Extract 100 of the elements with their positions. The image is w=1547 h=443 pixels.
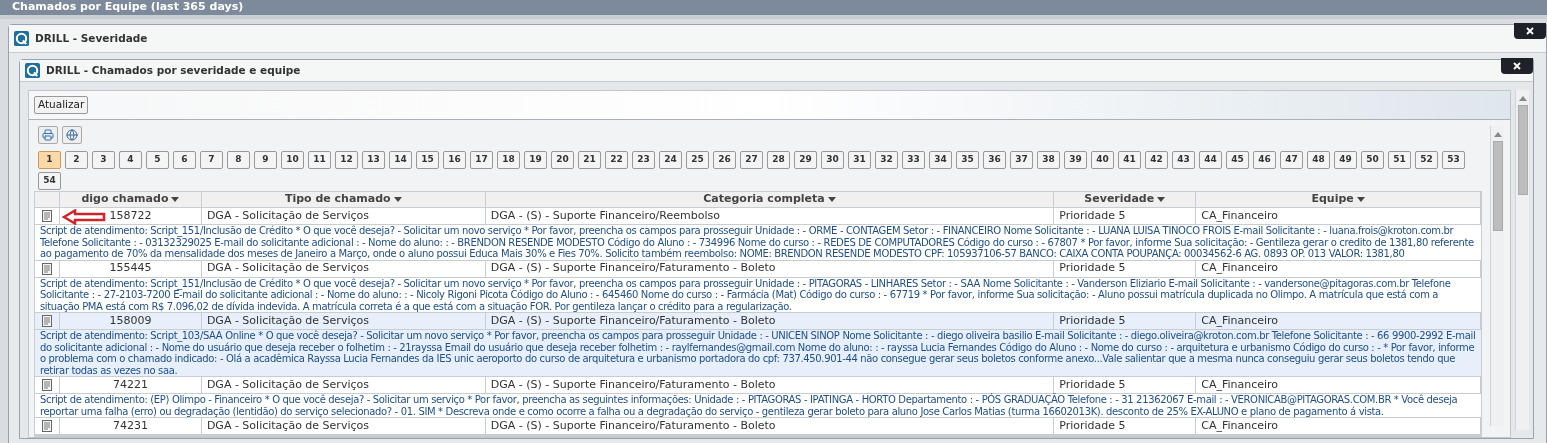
- page-button[interactable]: 7: [200, 151, 223, 169]
- app-logo-icon: [25, 63, 40, 78]
- page-button[interactable]: 25: [686, 151, 709, 169]
- scrollbar[interactable]: [1490, 126, 1504, 426]
- page-button[interactable]: 3: [92, 151, 115, 169]
- scrollbar-thumb[interactable]: [1492, 141, 1503, 231]
- page-button[interactable]: 39: [1064, 151, 1087, 169]
- document-icon[interactable]: [42, 210, 52, 222]
- sort-down-icon: [827, 197, 836, 202]
- column-header[interactable]: Categoria completa: [485, 192, 1055, 207]
- annotation-arrow: [62, 209, 106, 225]
- page-button[interactable]: 19: [524, 151, 547, 169]
- close-icon: [1526, 27, 1534, 35]
- page-button[interactable]: 28: [767, 151, 790, 169]
- page-button[interactable]: 5: [146, 151, 169, 169]
- document-icon[interactable]: [42, 379, 52, 391]
- page-button[interactable]: 53: [1442, 151, 1465, 169]
- document-icon[interactable]: [42, 420, 52, 432]
- table-cell-text: DGA - Solicitação de Serviços: [206, 417, 369, 434]
- page-button[interactable]: 48: [1307, 151, 1330, 169]
- page-button[interactable]: 51: [1388, 151, 1411, 169]
- window-title: DRILL - Chamados por severidade e equipe: [46, 62, 302, 78]
- page-button[interactable]: 12: [335, 151, 358, 169]
- column-header[interactable]: Severidade: [1054, 192, 1197, 207]
- scrollbar-thumb[interactable]: [1517, 105, 1528, 195]
- page-button[interactable]: 46: [1253, 151, 1276, 169]
- page-button[interactable]: 40: [1091, 151, 1114, 169]
- close-button[interactable]: [1501, 58, 1533, 74]
- page-button[interactable]: 43: [1172, 151, 1195, 169]
- page-button[interactable]: 8: [227, 151, 250, 169]
- page-button[interactable]: 23: [632, 151, 655, 169]
- page-button[interactable]: 15: [416, 151, 439, 169]
- page-button[interactable]: 50: [1361, 151, 1384, 169]
- column-header[interactable]: digo chamado: [60, 192, 202, 207]
- page-button[interactable]: 2: [65, 151, 88, 169]
- page-button[interactable]: 37: [1010, 151, 1033, 169]
- scroll-up-icon[interactable]: [1493, 132, 1502, 137]
- table-row[interactable]: [35, 313, 1481, 377]
- page-button[interactable]: 4: [119, 151, 142, 169]
- sort-down-icon: [1356, 197, 1365, 202]
- page-button[interactable]: 17: [470, 151, 493, 169]
- table-row[interactable]: [35, 260, 1481, 313]
- table-cell-text: 74221: [112, 376, 148, 393]
- column-header[interactable]: Tipo de chamado: [201, 192, 486, 207]
- scroll-up-icon[interactable]: [1518, 96, 1527, 101]
- table-cell-text: CA_Financeiro: [1201, 376, 1279, 393]
- page-button[interactable]: 35: [956, 151, 979, 169]
- table-cell-text: DGA - Solicitação de Serviços: [206, 207, 369, 224]
- document-icon[interactable]: [42, 315, 52, 327]
- page-button[interactable]: 16: [443, 151, 466, 169]
- page-button[interactable]: 11: [308, 151, 331, 169]
- page-button[interactable]: 34: [929, 151, 952, 169]
- sort-down-icon: [393, 197, 402, 202]
- page-button[interactable]: 29: [794, 151, 817, 169]
- scrollbar[interactable]: [1515, 90, 1529, 430]
- page-button[interactable]: 24: [659, 151, 682, 169]
- page-button[interactable]: 38: [1037, 151, 1060, 169]
- table-row[interactable]: [35, 377, 1481, 418]
- page-button[interactable]: 21: [578, 151, 601, 169]
- refresh-button[interactable]: Atualizar: [34, 96, 89, 114]
- table-cell-text: 74231: [112, 417, 148, 434]
- page-button[interactable]: 42: [1145, 151, 1168, 169]
- document-icon[interactable]: [42, 262, 52, 275]
- page-button[interactable]: 54: [38, 172, 61, 190]
- page-button[interactable]: 18: [497, 151, 520, 169]
- table-cell: DGA - (S) - Suporte Financeiro/Faturamento - Boleto: [490, 260, 776, 277]
- page-button[interactable]: 1: [38, 151, 61, 169]
- page-button[interactable]: 47: [1280, 151, 1303, 169]
- close-button[interactable]: [1514, 23, 1546, 39]
- web-button[interactable]: [62, 126, 82, 144]
- page-button[interactable]: 52: [1415, 151, 1438, 169]
- table-cell-text: 158009: [109, 312, 152, 329]
- page-button[interactable]: 6: [173, 151, 196, 169]
- table-cell-text: DGA - (S) - Suporte Financeiro/Faturamento - Boleto: [490, 376, 776, 393]
- page-button[interactable]: 49: [1334, 151, 1357, 169]
- page-button[interactable]: 45: [1226, 151, 1249, 169]
- page-button[interactable]: 33: [902, 151, 925, 169]
- app-logo-icon: [14, 31, 29, 46]
- page-button[interactable]: 41: [1118, 151, 1141, 169]
- page-button[interactable]: 20: [551, 151, 574, 169]
- page-button[interactable]: 10: [281, 151, 304, 169]
- page-button[interactable]: 31: [848, 151, 871, 169]
- page-button[interactable]: 27: [740, 151, 763, 169]
- page-button[interactable]: 14: [389, 151, 412, 169]
- table-row[interactable]: [35, 208, 1481, 261]
- print-button[interactable]: [38, 126, 58, 144]
- table-cell: 155445: [109, 260, 152, 277]
- table-cell-text: DGA - (S) - Suporte Financeiro/Faturamento - Boleto: [490, 417, 776, 434]
- ticket-description: Script de atendimento: Script_103/SAA Online * O que você deseja? - Solicitar um novo serviço * Por favor, preencha os campos para prosseguir Unidade : - UNICEN SINOP Nome Solicitante : - diego oliveira basilio E-mail Solicitante : - diego.oliveira@kroton.com.br Telefone Solicitante : - 66 9900-2992 E-mail do solicitante adicional : - Nome do usuário que deseja receber o folhetim : - 21rayssa Email do usuário que deseja receber folhetim : - raylfernandes@gmail.com Nome do aluno: : - rayssa Lucia Fernandes Código do Aluno : - Nome do curso : - arquitetura e urbanismo Código do curso : - * Por favor, informe o problema com o chamado indicado: - Olá a acadêmica Rayssa Lucia Fernandes da IES unic aeroporto do curso de arquitetura e urbanismo portadora do cpf: 737.450.901-44 não consegue gerar seus boletos conforme anexo...Vale salientar que a mesma nunca conseguiu gerar seus boletos tendo que retirar todas as vezes no saa.: [39, 330, 1477, 376]
- page-button[interactable]: 22: [605, 151, 628, 169]
- page-button[interactable]: 36: [983, 151, 1006, 169]
- page-button[interactable]: 26: [713, 151, 736, 169]
- page-button[interactable]: 13: [362, 151, 385, 169]
- page-button[interactable]: 32: [875, 151, 898, 169]
- column-header[interactable]: Equipe: [1196, 192, 1481, 207]
- page-button[interactable]: 30: [821, 151, 844, 169]
- page-button[interactable]: 9: [254, 151, 277, 169]
- table-cell-text: Prioridade 5: [1059, 376, 1126, 393]
- table-row[interactable]: 74231 DGA - Solicitação de Serviços DGA - (S) - Suporte Financeiro/Faturamento - Boleto Prioridade 5 CA_Financeiro: [35, 418, 1481, 436]
- page-button[interactable]: 44: [1199, 151, 1222, 169]
